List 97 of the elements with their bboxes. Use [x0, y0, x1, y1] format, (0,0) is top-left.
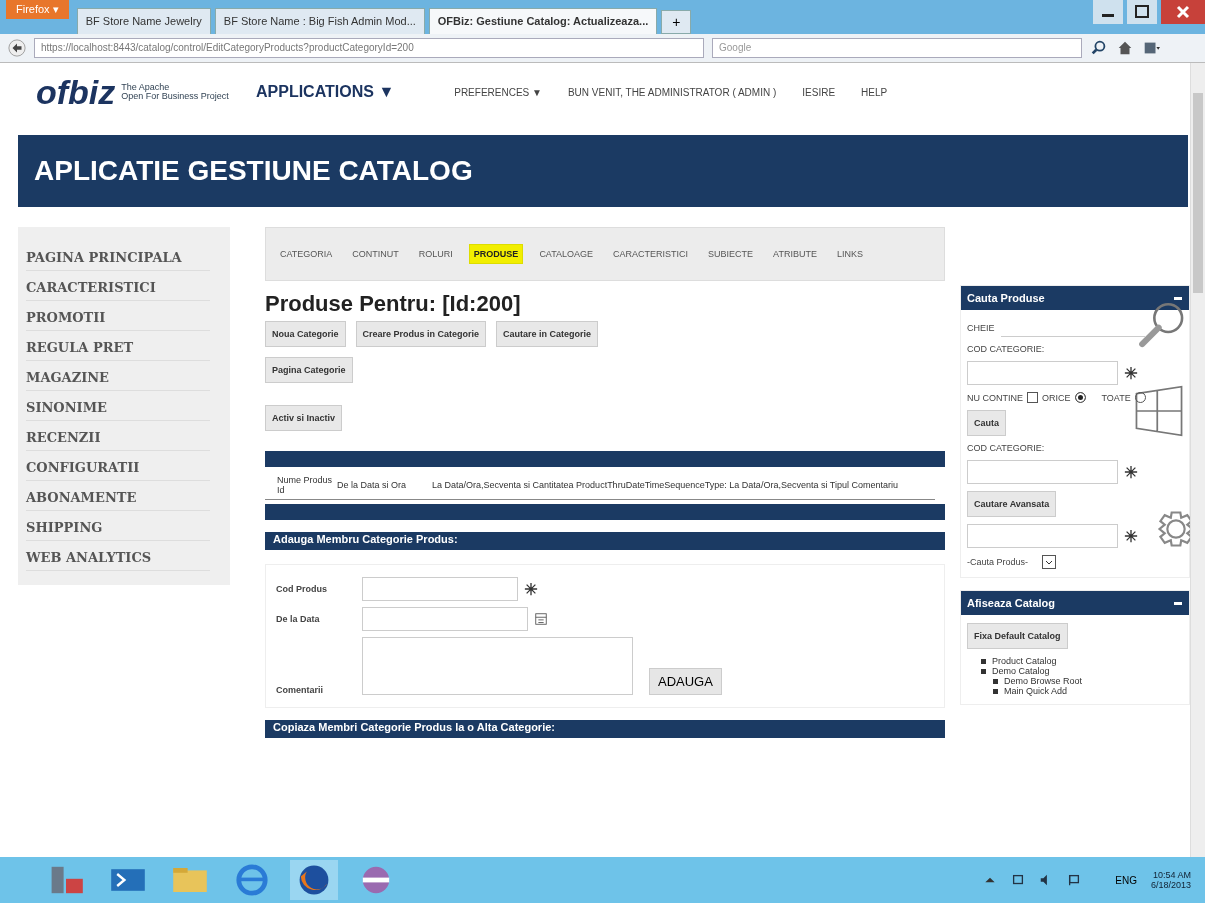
action-button[interactable]: Pagina Categorie	[265, 357, 353, 383]
section-tab[interactable]: CATALOAGE	[535, 245, 598, 263]
panel-title: Afiseaza Catalog	[967, 597, 1056, 609]
lookup-icon[interactable]	[1124, 529, 1138, 543]
section-tab[interactable]: CARACTERISTICI	[609, 245, 693, 263]
catalog-link[interactable]: Demo Catalog	[992, 666, 1050, 676]
logo-text: ofbiz	[36, 72, 116, 112]
close-icon[interactable]	[1161, 0, 1205, 24]
field-label: Comentarii	[276, 685, 324, 695]
column-header: La Data/Ora,Secventa si Cantitatea ProductThruDateTimeSequenceType: La Data/Ora,Secventa si Tipul Comentariu	[431, 480, 899, 490]
checkbox[interactable]	[1027, 392, 1038, 403]
browser-tab[interactable]: BF Store Name : Big Fish Admin Mod...	[214, 8, 425, 34]
home-icon[interactable]	[1116, 39, 1134, 57]
field-label: CHEIE	[967, 322, 995, 333]
section-tab[interactable]: ROLURI	[414, 245, 457, 263]
section-tab[interactable]: LINKS	[832, 245, 867, 263]
input-field[interactable]	[967, 524, 1118, 548]
action-button[interactable]: Noua Categorie	[265, 321, 346, 347]
input-field[interactable]	[967, 460, 1118, 484]
input-field[interactable]	[967, 361, 1118, 385]
caret-icon	[1042, 555, 1057, 569]
search-icon[interactable]	[1090, 39, 1108, 57]
firefox-icon[interactable]	[290, 860, 338, 900]
app-title: APLICATIE GESTIUNE CATALOG	[34, 155, 473, 187]
page-heading: Produse Pentru: [Id:200]	[265, 291, 522, 317]
flag-icon[interactable]	[1067, 873, 1082, 887]
add-button[interactable]: ADAUGA	[649, 668, 722, 695]
sidebar-item[interactable]: RECENZII	[26, 421, 210, 451]
sidebar-item[interactable]: SINONIME	[26, 391, 210, 421]
calendar-icon[interactable]	[534, 612, 548, 626]
default-catalog-button[interactable]: Fixa Default Catalog	[967, 623, 1068, 649]
catalog-link[interactable]: Demo Browse Root	[1004, 676, 1083, 686]
header-menu-link[interactable]: IESIRE	[802, 86, 836, 98]
advanced-search-button[interactable]: Cautare Avansata	[967, 491, 1057, 517]
header-menu-link[interactable]: BUN VENIT, THE ADMINISTRATOR ( ADMIN )	[567, 86, 777, 98]
sidebar-item[interactable]: SHIPPING	[26, 511, 210, 541]
radio-button[interactable]	[1074, 392, 1086, 403]
bullet-icon	[981, 659, 986, 665]
field-label: Cod Produs	[276, 584, 328, 594]
field-label: COD CATEGORIE:	[967, 443, 1045, 453]
logo-tagline: The Apache	[121, 83, 171, 92]
section-tab[interactable]: SUBIECTE	[704, 245, 758, 263]
field-label: De la Data	[276, 614, 321, 624]
sidebar-item[interactable]: PROMOTII	[26, 301, 210, 331]
input-field[interactable]	[362, 577, 518, 601]
comment-field[interactable]	[362, 637, 633, 695]
network-icon[interactable]	[1011, 873, 1026, 887]
action-button[interactable]: Cautare in Categorie	[496, 321, 599, 347]
header-menu-link[interactable]: HELP	[861, 86, 888, 98]
sidebar-item[interactable]: REGULA PRET	[26, 331, 210, 361]
windows-logo-icon	[1133, 385, 1185, 437]
section-tab[interactable]: PRODUSE	[468, 244, 524, 264]
column-header: De la Data si Ora	[337, 480, 407, 490]
lookup-icon[interactable]	[1124, 465, 1138, 479]
section-tab[interactable]: ATRIBUTE	[769, 245, 821, 263]
bullet-icon	[993, 679, 998, 685]
scrollbar[interactable]	[1190, 63, 1205, 857]
section-tab[interactable]: CATEGORIA	[276, 245, 337, 263]
product-dropdown[interactable]: -Cauta Produs-	[967, 555, 1057, 569]
bullet-icon	[981, 669, 986, 675]
lookup-icon[interactable]	[524, 582, 538, 596]
sidebar-item[interactable]: ABONAMENTE	[26, 481, 210, 511]
header-menu-link[interactable]: APPLICATIONS ▼	[256, 83, 395, 101]
bullet-icon	[993, 689, 998, 695]
sidebar-item[interactable]: PAGINA PRINCIPALA	[26, 241, 210, 271]
new-tab-button[interactable]: +	[661, 10, 692, 34]
catalog-link[interactable]: Product Catalog	[992, 656, 1057, 666]
lookup-icon[interactable]	[1124, 366, 1138, 380]
section-tab[interactable]: CONTINUT	[348, 245, 403, 263]
clock-time[interactable]: 10:54 AM	[1152, 870, 1191, 880]
field-label: COD CATEGORIE:	[967, 344, 1045, 354]
header-menu-link[interactable]: PREFERENCES ▼	[454, 86, 542, 98]
radio-label: ORICE	[1042, 392, 1071, 403]
column-header: Nume Produs Id	[277, 475, 334, 495]
sidebar-item[interactable]: WEB ANALYTICS	[26, 541, 210, 571]
maximize-icon[interactable]	[1127, 0, 1157, 24]
clock-date[interactable]: 6/18/2013	[1150, 880, 1191, 890]
panel-title: Cauta Produse	[967, 292, 1045, 304]
search-button[interactable]: Cauta	[967, 410, 1006, 436]
action-button[interactable]: Activ si Inactiv	[265, 405, 343, 431]
sidebar-item[interactable]: CONFIGURATII	[26, 451, 210, 481]
browser-tab[interactable]: OFBiz: Gestiune Catalog: Actualizeaza...	[428, 8, 658, 34]
sidebar-item[interactable]: CARACTERISTICI	[26, 271, 210, 301]
catalog-link[interactable]: Main Quick Add	[1004, 686, 1068, 696]
logo-tagline: Open For Business Project	[121, 92, 229, 101]
input-field[interactable]	[362, 607, 528, 631]
section-title: Copiaza Membri Categorie Produs la o Alta Categorie:	[273, 721, 555, 733]
checkbox-label: NU CONTINE	[967, 392, 1023, 403]
sidebar-item[interactable]: MAGAZINE	[26, 361, 210, 391]
radio-label: TOATE	[1101, 392, 1131, 403]
address-field[interactable]: https://localhost:8443/catalog/control/EditCategoryProducts?productCategoryId=200	[34, 38, 704, 58]
language-indicator[interactable]: ENG	[1115, 874, 1137, 886]
action-button[interactable]: Creare Produs in Categorie	[355, 321, 487, 347]
minimize-icon[interactable]	[1093, 0, 1123, 24]
browser-tab[interactable]: BF Store Name Jewelry	[76, 8, 211, 34]
back-icon[interactable]	[8, 39, 26, 57]
section-title: Adauga Membru Categorie Produs:	[273, 533, 458, 545]
